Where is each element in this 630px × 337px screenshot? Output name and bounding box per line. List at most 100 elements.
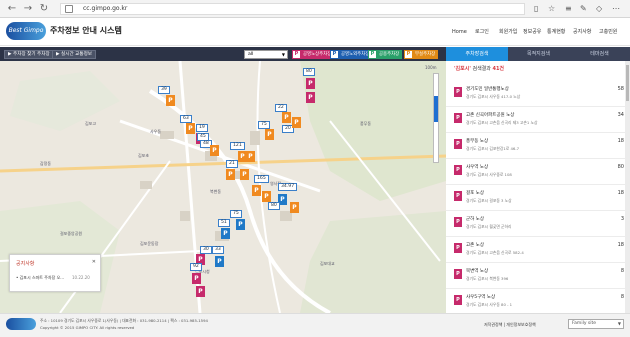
map-label: 김포대교 xyxy=(320,261,335,266)
marker-count-label: 63 xyxy=(180,115,192,123)
parking-icon: P xyxy=(454,243,462,253)
site-logo[interactable]: Best Gimpo xyxy=(6,22,46,40)
notice-item[interactable]: • 김포시 스마트 주차장 오... 10.22.20 xyxy=(16,275,90,281)
list-item[interactable]: P 북변역 노상 경기도 김포시 북변동 396 8 xyxy=(446,263,630,289)
parking-marker[interactable]: P xyxy=(240,169,249,180)
marker-count-label: 39 xyxy=(158,86,170,94)
map-label: 김포운동장 xyxy=(140,241,159,246)
family-site-select[interactable]: Family site ▼ xyxy=(568,319,624,329)
url-text: cc.gimpo.go.kr xyxy=(83,5,128,12)
map-label: 걸포중앙공원 xyxy=(60,231,83,236)
footer-policy-links[interactable]: 저작권정책 | 개인정보보호정책 xyxy=(484,322,536,328)
parking-marker[interactable]: P xyxy=(186,123,195,134)
parking-marker[interactable]: P xyxy=(192,273,201,284)
list-item[interactable]: P 경기도민 일반통행노상 경기도 김포시 사우동 417-0 노상 58 xyxy=(446,81,630,107)
close-icon[interactable]: ✕ xyxy=(92,259,96,265)
parking-marker[interactable]: P xyxy=(306,78,315,89)
parking-icon: P xyxy=(293,51,300,58)
parking-icon: P xyxy=(454,269,462,279)
legend-public-lot[interactable]: P 공영노외주차장 xyxy=(330,50,373,59)
note-icon[interactable]: ✎ xyxy=(580,3,587,15)
tab-parking-search[interactable]: 주차장검색 xyxy=(446,47,508,61)
parking-marker[interactable]: P xyxy=(252,185,261,196)
parking-marker[interactable]: P xyxy=(265,129,274,140)
parking-marker[interactable]: P xyxy=(306,92,315,103)
parking-marker[interactable]: P xyxy=(292,117,301,128)
back-icon[interactable]: ← xyxy=(6,3,18,15)
find-parking-button[interactable]: ▶ 주차장 찾기 주차장 xyxy=(4,50,54,59)
list-item[interactable]: P 걸포 노상 경기도 김포시 걸포동 3 노상 18 xyxy=(446,185,630,211)
nav-info[interactable]: 정보공유 xyxy=(523,27,541,37)
share-icon[interactable]: ◇ xyxy=(596,3,602,15)
zoom-slider[interactable] xyxy=(433,73,439,163)
list-item[interactable]: P 고촌 신곡아파트공원 노상 경기도 김포시 고촌읍 신곡리 제3 고촌1 노… xyxy=(446,107,630,133)
parking-marker[interactable]: P xyxy=(246,151,255,162)
marker-count-label: 34.97 xyxy=(278,183,298,191)
list-item[interactable]: P 사우역 노상 경기도 김포시 사우중로 108 80 xyxy=(446,159,630,185)
list-item[interactable]: P 사우5구역 노상 경기도 김포시 사우동 80 - 1 8 xyxy=(446,289,630,313)
list-item[interactable]: P 고촌 노상 경기도 김포시 고촌읍 신곡로 582-4 18 xyxy=(446,237,630,263)
marker-count-label: 19 xyxy=(196,124,208,132)
realtime-traffic-button[interactable]: ▶ 실시간 교통정보 xyxy=(52,50,97,59)
hub-icon[interactable]: ≡ xyxy=(565,3,572,15)
legend-shared-lot[interactable]: P 공용주차장 xyxy=(368,50,403,59)
marker-count-label: 92 xyxy=(190,263,202,271)
parking-marker[interactable]: P xyxy=(210,145,219,156)
results-header: '김포시' 검색결과 41건 xyxy=(454,66,505,72)
parking-icon: P xyxy=(454,295,462,305)
marker-count-label: 75 xyxy=(258,121,270,129)
results-panel: '김포시' 검색결과 41건 P 경기도민 일반통행노상 경기도 김포시 사우동… xyxy=(446,61,630,313)
chevron-down-icon: ▼ xyxy=(617,321,621,326)
map-scale: 100m xyxy=(425,65,437,70)
nav-signup[interactable]: 회원가입 xyxy=(499,27,517,37)
legend-attached-lot[interactable]: P 부설주차장 xyxy=(404,50,439,59)
site-title: 주차정보 안내 시스템 xyxy=(50,26,122,35)
favorite-icon[interactable]: ☆ xyxy=(548,3,555,15)
marker-count-label: 33 xyxy=(212,246,224,254)
parking-marker[interactable]: P xyxy=(196,286,205,297)
marker-count-label: 22 xyxy=(275,104,287,112)
marker-count-label: 21 xyxy=(226,160,238,168)
map-label: 사우동 xyxy=(150,129,162,134)
footer-copyright: Copyright © 2015 GIMPO CITY. All rights … xyxy=(40,325,135,330)
notice-title: 공지사항 xyxy=(16,261,35,267)
nav-login[interactable]: 로그인 xyxy=(475,27,489,37)
nav-complaint[interactable]: 고충민원 xyxy=(599,27,617,37)
parking-icon: P xyxy=(454,165,462,175)
parking-icon: P xyxy=(405,51,412,58)
scrollbar-thumb[interactable] xyxy=(626,65,629,101)
legend-public-street[interactable]: P 공영노상주차장 xyxy=(292,50,335,59)
parking-marker[interactable]: P xyxy=(215,256,224,267)
parking-marker[interactable]: P xyxy=(221,228,230,239)
nav-home[interactable]: Home xyxy=(452,27,467,37)
nav-stats[interactable]: 통계현황 xyxy=(547,27,565,37)
search-tabs: 주차장검색 목적지검색 테마검색 xyxy=(446,47,630,61)
footer-logo xyxy=(6,318,36,330)
area-select[interactable]: all ▼ xyxy=(244,50,288,59)
tab-destination-search[interactable]: 목적지검색 xyxy=(508,47,569,61)
parking-marker[interactable]: P xyxy=(236,219,245,230)
map-label: 북변동 xyxy=(210,189,222,194)
parking-icon: P xyxy=(454,191,462,201)
parking-icon: P xyxy=(454,139,462,149)
marker-count-label: 30 xyxy=(200,246,212,254)
parking-marker[interactable]: P xyxy=(282,112,291,123)
refresh-icon[interactable]: ↻ xyxy=(38,3,50,15)
parking-marker[interactable]: P xyxy=(262,191,271,202)
tab-theme-search[interactable]: 테마검색 xyxy=(569,47,630,61)
reading-view-icon[interactable]: ▯ xyxy=(534,3,538,15)
more-icon[interactable]: ⋯ xyxy=(612,3,620,15)
nav-notice[interactable]: 공지사항 xyxy=(573,27,591,37)
list-item[interactable]: P 군하 노상 경기도 김포시 월곶면 군하리 3 xyxy=(446,211,630,237)
results-scrollbar[interactable] xyxy=(625,61,630,313)
notice-date: 10.22.20 xyxy=(72,275,90,280)
list-item[interactable]: P 풍무동 노상 경기도 김포시 김포한강1로 46-7 18 xyxy=(446,133,630,159)
address-bar[interactable]: cc.gimpo.go.kr xyxy=(60,3,525,15)
forward-icon[interactable]: → xyxy=(22,3,34,15)
parking-marker[interactable]: P xyxy=(290,202,299,213)
area-select-value: all xyxy=(248,52,254,57)
parking-marker[interactable]: P xyxy=(226,169,235,180)
zoom-level xyxy=(434,96,438,122)
parking-marker[interactable]: P xyxy=(166,95,175,106)
map-label: 김포고 xyxy=(85,121,97,126)
